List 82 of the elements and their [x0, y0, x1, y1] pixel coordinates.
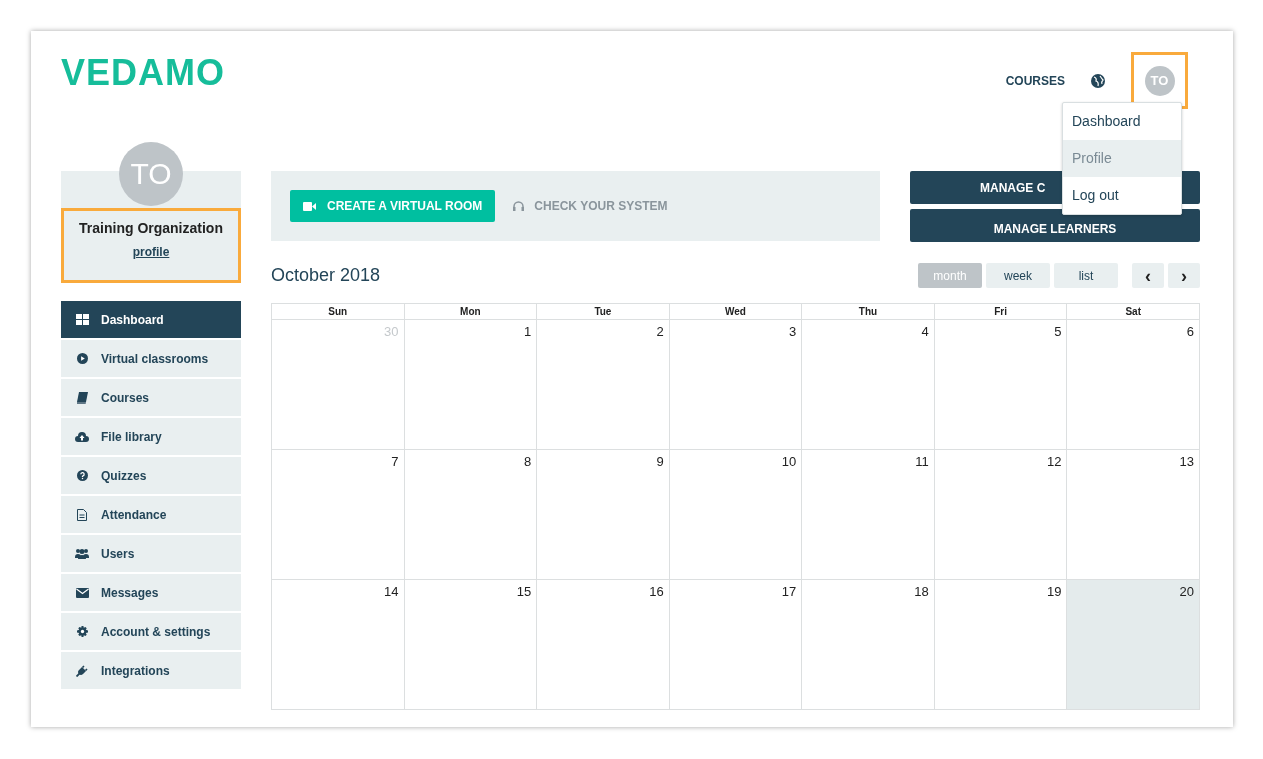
headset-icon — [513, 201, 525, 211]
day-cell[interactable]: 15 — [404, 580, 537, 709]
gear-icon — [76, 626, 88, 637]
users-icon — [75, 548, 89, 559]
day-number: 13 — [1179, 453, 1195, 469]
day-number: 4 — [921, 323, 930, 339]
day-number: 11 — [915, 453, 930, 469]
weekday-header: Sat — [1066, 303, 1200, 320]
dropdown-item[interactable]: Dashboard — [1063, 103, 1181, 140]
sidebar-item[interactable]: File library — [61, 418, 241, 455]
day-cell[interactable]: 17 — [669, 580, 802, 709]
day-number: 1 — [523, 323, 533, 339]
day-cell[interactable]: 16 — [537, 580, 669, 709]
nav-link[interactable]: COURSES — [1005, 73, 1065, 88]
day-cell[interactable]: 6 — [1067, 320, 1199, 449]
day-cell[interactable]: 14 — [272, 580, 404, 709]
sidebar-item[interactable]: Dashboard — [61, 301, 241, 338]
organization-name: Training Organization — [79, 220, 223, 236]
sidebar-item[interactable]: Virtual classrooms — [61, 340, 241, 377]
view-tab[interactable]: list — [1054, 263, 1118, 288]
day-cell[interactable]: 9 — [537, 450, 669, 579]
calendar-title: October 2018 — [271, 265, 382, 286]
day-cell[interactable]: 12 — [934, 450, 1067, 579]
document-icon — [77, 508, 87, 521]
next-button[interactable]: › — [1168, 263, 1200, 288]
globe-icon[interactable] — [1091, 73, 1105, 88]
day-number: 30 — [384, 323, 400, 339]
weekday-header: Wed — [669, 303, 802, 320]
sidebar-item[interactable]: Account & settings — [61, 613, 241, 650]
day-cell[interactable]: 1 — [404, 320, 537, 449]
day-number: 2 — [656, 323, 665, 339]
sidebar-item[interactable]: Courses — [61, 379, 241, 416]
day-cell[interactable]: 18 — [802, 580, 934, 709]
plug-icon — [75, 664, 89, 677]
day-number: 15 — [516, 583, 533, 599]
envelope-icon — [75, 587, 89, 598]
profile-avatar: TO — [119, 142, 183, 206]
day-number: 19 — [1046, 583, 1063, 599]
sidebar-item[interactable]: Quizzes — [61, 457, 241, 494]
day-cell[interactable]: 13 — [1067, 450, 1199, 579]
day-cell[interactable]: 3 — [669, 320, 802, 449]
day-number: 6 — [1186, 323, 1195, 339]
day-cell[interactable]: 11 — [802, 450, 934, 579]
day-cell[interactable]: 5 — [934, 320, 1067, 449]
weekday-header: Fri — [934, 303, 1067, 320]
day-number: 17 — [781, 583, 798, 599]
day-number: 9 — [656, 453, 665, 469]
day-number: 20 — [1179, 583, 1195, 599]
day-number: 14 — [384, 583, 400, 599]
view-tab[interactable]: week — [986, 263, 1050, 288]
day-cell[interactable]: 4 — [802, 320, 934, 449]
weekday-header: Sun — [271, 303, 405, 320]
weekday-header: Mon — [404, 303, 537, 320]
day-number: 12 — [1046, 453, 1063, 469]
sidebar-item[interactable]: Messages — [61, 574, 241, 611]
day-number: 3 — [789, 323, 798, 339]
video-camera-icon — [303, 201, 316, 211]
day-cell[interactable]: 8 — [404, 450, 537, 579]
day-number: 16 — [649, 583, 665, 599]
weekday-header: Tue — [536, 303, 670, 320]
sidebar-item[interactable]: Users — [61, 535, 241, 572]
profile-link[interactable]: profile — [132, 245, 170, 259]
manage-button[interactable]: MANAGE LEARNERS — [910, 209, 1200, 242]
question-circle-icon — [76, 470, 88, 481]
day-cell[interactable]: 7 — [272, 450, 404, 579]
cloud-upload-icon — [75, 431, 89, 442]
day-cell[interactable]: 19 — [934, 580, 1067, 709]
day-number: 5 — [1054, 323, 1063, 339]
sidebar-item[interactable]: Integrations — [61, 652, 241, 689]
day-number: 18 — [914, 583, 930, 599]
weekday-header: Thu — [801, 303, 935, 320]
day-number: 8 — [523, 453, 533, 469]
day-cell[interactable]: 2 — [537, 320, 669, 449]
day-cell[interactable]: 20 — [1067, 580, 1199, 709]
previous-button[interactable]: ‹ — [1132, 263, 1164, 288]
day-number: 10 — [781, 453, 798, 469]
play-circle-icon — [76, 353, 88, 364]
day-number: 7 — [391, 453, 400, 469]
day-cell[interactable]: 10 — [669, 450, 802, 579]
sidebar-item[interactable]: Attendance — [61, 496, 241, 533]
grid-icon — [75, 314, 89, 325]
book-icon — [76, 391, 88, 404]
